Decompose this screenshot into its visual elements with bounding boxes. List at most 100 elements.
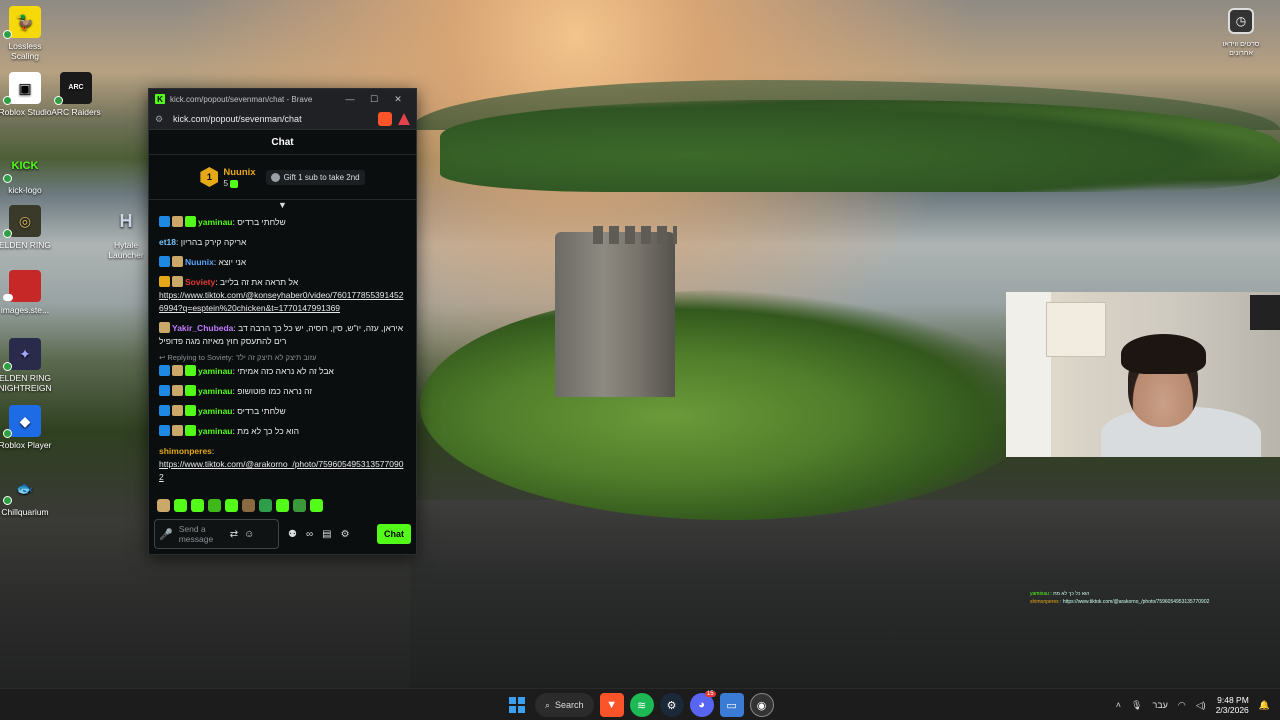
desktop-icon-chillquarium[interactable]: 🐟 Chillquarium — [0, 472, 55, 517]
notifications-icon[interactable]: 🔔 — [1259, 700, 1270, 711]
microphone-icon[interactable]: 🎤 — [159, 528, 173, 541]
verified-badge-icon[interactable] — [159, 256, 170, 267]
chevron-up-icon[interactable]: ˄ — [1116, 700, 1121, 710]
emote[interactable] — [293, 499, 306, 512]
chat-message-list: yaminau: שלחתי ברדיס et18: אריקה קירק בהר… — [149, 214, 416, 497]
emote[interactable] — [242, 499, 255, 512]
chat-message: yaminau: שלחתי ברדיס — [159, 216, 406, 229]
store-icon[interactable]: ▤ — [322, 529, 331, 540]
green-badge-icon[interactable] — [185, 365, 196, 376]
photos-icon[interactable]: ▭ — [719, 693, 744, 717]
emote[interactable] — [191, 499, 204, 512]
sub-badge-icon[interactable] — [172, 405, 183, 416]
desktop-icon-kick-logo[interactable]: KICK kick-logo — [0, 150, 55, 195]
desktop-icon-hytale-launcher[interactable]: H Hytale Launcher — [96, 205, 156, 260]
gift-sub-label: Gift 1 sub to take 2nd — [283, 172, 360, 182]
settings-gear-icon[interactable]: ⚙ — [341, 529, 350, 540]
address-bar[interactable]: ⚙ kick.com/popout/sevenman/chat 1 — [149, 109, 416, 130]
sub-badge-icon[interactable] — [172, 365, 183, 376]
window-titlebar[interactable]: K kick.com/popout/sevenman/chat - Brave … — [149, 89, 416, 109]
sync-check-icon — [3, 174, 12, 183]
minimize-button[interactable]: — — [338, 94, 362, 104]
clock[interactable]: 9:48 PM 2/3/2026 — [1216, 695, 1249, 715]
sync-check-icon — [54, 96, 63, 105]
emote[interactable] — [208, 499, 221, 512]
leaderboard-user[interactable]: Nuunix — [223, 167, 255, 178]
chat-username[interactable]: shimonperes — [159, 446, 212, 456]
chat-username[interactable]: yaminau — [198, 386, 233, 396]
verified-badge-icon[interactable] — [159, 405, 170, 416]
green-badge-icon[interactable] — [185, 216, 196, 227]
chat-link[interactable]: https://www.tiktok.com/@arakorno_/photo/… — [159, 459, 403, 482]
verified-badge-icon[interactable] — [159, 365, 170, 376]
sub-badge-icon[interactable] — [172, 256, 183, 267]
volume-icon[interactable]: ◁) — [1196, 700, 1206, 711]
verified-badge-icon[interactable] — [159, 385, 170, 396]
desktop-icon-images[interactable]: images.ste... — [0, 270, 55, 315]
sub-badge-icon[interactable] — [172, 385, 183, 396]
taskbar-search[interactable]: ⌕ Search — [535, 693, 594, 717]
sub-badge-icon[interactable] — [159, 322, 170, 333]
chat-username[interactable]: Soviety — [185, 277, 215, 287]
image-file-icon — [9, 270, 41, 302]
chat-message: yaminau: הוא כל כך לא מת — [159, 425, 406, 438]
desktop-icon-lossless-scaling[interactable]: 🦆 Lossless Scaling — [0, 6, 55, 61]
site-settings-icon[interactable]: ⚙ — [155, 114, 169, 125]
green-badge-icon[interactable] — [185, 405, 196, 416]
message-input[interactable]: 🎤 Send a message ⇄ ☺ — [154, 519, 279, 549]
close-button[interactable]: ✕ — [386, 94, 410, 105]
roblox-studio-icon: ▣ — [9, 72, 41, 104]
send-chat-button[interactable]: Chat — [377, 524, 411, 544]
spotify-icon[interactable]: ≋ — [629, 693, 654, 717]
brave-icon[interactable]: ▼ — [599, 693, 624, 717]
language-indicator[interactable]: עבר — [1152, 700, 1167, 710]
chat-username[interactable]: yaminau — [198, 366, 233, 376]
collapse-chevron-icon[interactable]: ▼ — [149, 200, 416, 214]
webcam-cabinet — [1046, 302, 1106, 357]
emote[interactable] — [259, 499, 272, 512]
translate-icon[interactable]: ⇄ — [230, 529, 238, 540]
system-tray: ˄ 🎙 עבר ◠ ◁) 9:48 PM 2/3/2026 🔔 — [1116, 689, 1270, 720]
desktop-icon-elden-ring-nightreign[interactable]: ✦ ELDEN RING NIGHTREIGN — [0, 338, 55, 393]
url-text[interactable]: kick.com/popout/sevenman/chat — [173, 114, 374, 124]
emote[interactable] — [174, 499, 187, 512]
chat-username[interactable]: Yakir_Chubeda — [172, 323, 233, 333]
green-badge-icon[interactable] — [185, 385, 196, 396]
wifi-icon[interactable]: ◠ — [1178, 700, 1186, 711]
chat-username[interactable]: Nuunix — [185, 257, 214, 267]
sub-badge-icon[interactable] — [172, 276, 183, 287]
chat-username[interactable]: yaminau — [198, 406, 233, 416]
emote[interactable] — [225, 499, 238, 512]
brave-rewards-icon[interactable]: 1 — [398, 113, 410, 125]
obs-icon[interactable]: ◉ — [749, 693, 774, 717]
chat-username[interactable]: yaminau — [198, 217, 233, 227]
brave-shields-icon[interactable] — [378, 112, 392, 126]
sub-badge-icon[interactable] — [172, 425, 183, 436]
gift-sub-button[interactable]: Gift 1 sub to take 2nd — [265, 169, 365, 185]
emote[interactable] — [310, 499, 323, 512]
desktop-icon-roblox-player[interactable]: ◆ Roblox Player — [0, 405, 55, 450]
microphone-tray-icon[interactable]: 🎙 — [1131, 700, 1142, 711]
infinity-icon[interactable]: ∞ — [306, 529, 313, 540]
desktop-icon-elden-ring[interactable]: ◎ ELDEN RING — [0, 205, 55, 250]
users-icon[interactable]: ⚉ — [288, 529, 297, 540]
verified-badge-icon[interactable] — [159, 216, 170, 227]
desktop-icon-arc-raiders[interactable]: ARC ARC Raiders — [46, 72, 106, 117]
chat-username[interactable]: et18 — [159, 237, 176, 247]
discord-icon[interactable]: ◕ 15 — [689, 691, 716, 717]
start-button[interactable] — [505, 693, 529, 717]
chat-message: Nuunix: אני יוצא — [159, 256, 406, 269]
sub-badge-icon[interactable] — [172, 216, 183, 227]
maximize-button[interactable]: ☐ — [362, 94, 386, 105]
chat-link[interactable]: https://www.tiktok.com/@konseyhaber0/vid… — [159, 290, 403, 313]
emote[interactable] — [276, 499, 289, 512]
emote[interactable] — [157, 499, 170, 512]
kick-favicon-icon: K — [155, 94, 165, 104]
gold-badge-icon[interactable] — [159, 276, 170, 287]
green-badge-icon[interactable] — [185, 425, 196, 436]
movies-tv-icon[interactable]: ◷ — [1228, 8, 1254, 34]
chat-username[interactable]: yaminau — [198, 426, 233, 436]
steam-icon[interactable]: ⚙ — [659, 693, 684, 717]
emoji-icon[interactable]: ☺ — [244, 529, 254, 540]
verified-badge-icon[interactable] — [159, 425, 170, 436]
